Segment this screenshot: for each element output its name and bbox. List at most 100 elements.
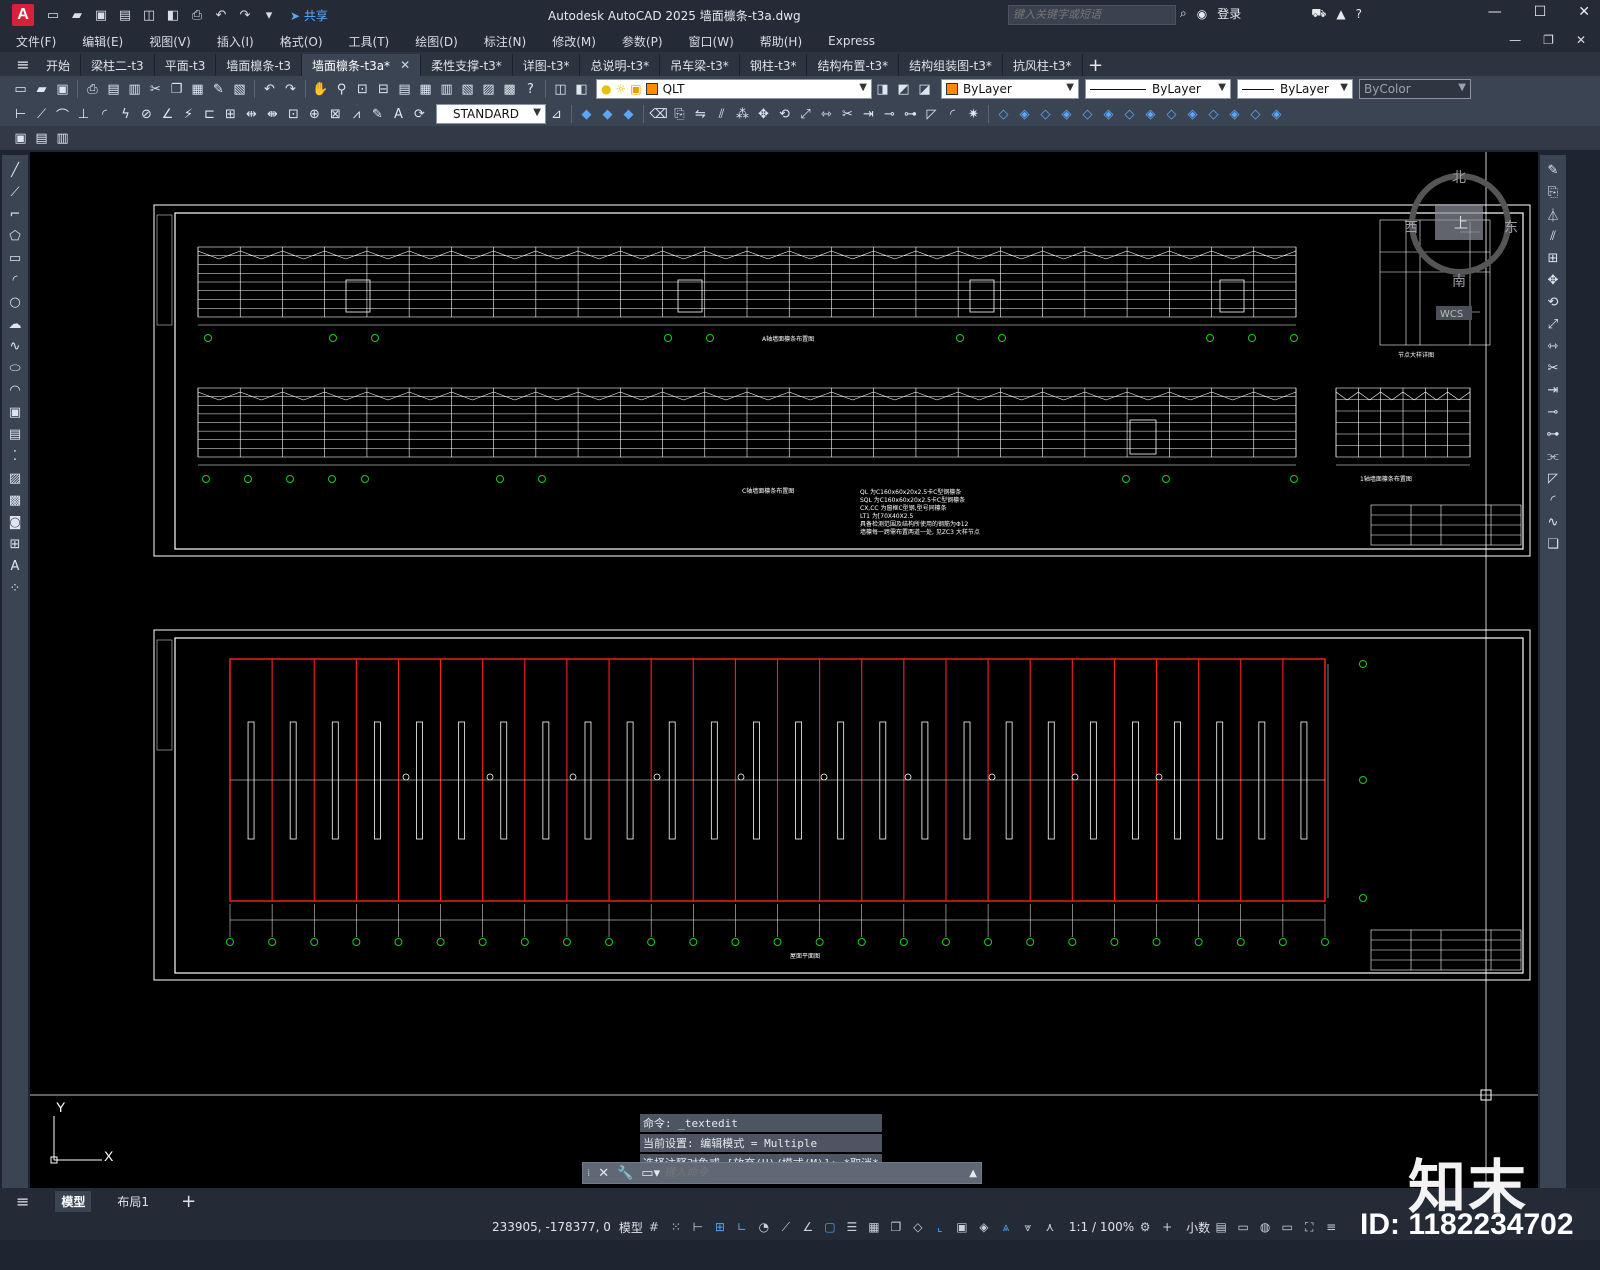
search-icon[interactable]: ⌕ <box>1180 6 1187 21</box>
layer-properties-icon[interactable]: ◫ <box>552 80 570 98</box>
angular-dim-icon[interactable]: ∠ <box>159 105 177 123</box>
tab-file[interactable]: 抗风柱-t3* <box>1003 54 1083 76</box>
ucs-apply-icon[interactable]: ◇ <box>1247 105 1265 123</box>
object-snap-tracking-icon[interactable]: ∠ <box>800 1219 816 1235</box>
linetype-dropdown[interactable]: ByLayer ▼ <box>1085 79 1231 99</box>
save-as-icon[interactable]: ▤ <box>116 6 134 24</box>
zoom-window-icon[interactable]: ⊡ <box>354 80 372 98</box>
user-icon[interactable]: ◉ <box>1197 7 1207 21</box>
ucs-3point-icon[interactable]: ◇ <box>1163 105 1181 123</box>
chevron-up-icon[interactable]: ▲ <box>969 1168 977 1179</box>
doc-minimize-icon[interactable]: — <box>1509 33 1521 47</box>
ucs-named-icon[interactable]: ◈ <box>1268 105 1286 123</box>
fillet-icon[interactable]: ◜ <box>944 105 962 123</box>
color-dropdown[interactable]: ByLayer ▼ <box>941 79 1079 99</box>
move-icon[interactable]: ✥ <box>1544 271 1562 289</box>
menu-parametric[interactable]: 参数(P) <box>622 33 663 50</box>
dimstyle-dropdown[interactable]: STANDARD ▼ <box>436 104 546 124</box>
hatch-icon[interactable]: ▨ <box>6 469 24 487</box>
continue-dim-icon[interactable]: ⊞ <box>222 105 240 123</box>
offset-icon[interactable]: ⫽ <box>713 105 731 123</box>
tolerance-icon[interactable]: ⊡ <box>285 105 303 123</box>
menu-window[interactable]: 窗口(W) <box>689 33 734 50</box>
ucs-x-icon[interactable]: ◈ <box>1184 105 1202 123</box>
join-icon[interactable]: ⫘ <box>1544 447 1562 465</box>
copy-icon[interactable]: ⎘ <box>1544 183 1562 201</box>
polygon-icon[interactable]: ⬠ <box>6 227 24 245</box>
menu-help[interactable]: 帮助(H) <box>760 33 802 50</box>
gizmo-icon[interactable]: ◈ <box>976 1219 992 1235</box>
line-icon[interactable]: ╱ <box>6 161 24 179</box>
3d-osnap-icon[interactable]: ◇ <box>910 1219 926 1235</box>
menu-tools[interactable]: 工具(T) <box>349 33 390 50</box>
ucs-zaxis-icon[interactable]: ◈ <box>1142 105 1160 123</box>
table-icon[interactable]: ⊞ <box>6 535 24 553</box>
menu-edit[interactable]: 编辑(E) <box>82 33 123 50</box>
stretch-icon[interactable]: ⇿ <box>1544 337 1562 355</box>
ucs-face-icon[interactable]: ◈ <box>1058 105 1076 123</box>
tab-start[interactable]: 开始 <box>36 54 82 76</box>
blend-icon[interactable]: ∿ <box>1544 513 1562 531</box>
make-current-layer-icon[interactable]: ◨ <box>874 80 892 98</box>
layer-match-icon[interactable]: ◪ <box>916 80 934 98</box>
tab-file[interactable]: 梁柱二-t3 <box>81 54 155 76</box>
help-icon[interactable]: ? <box>522 80 540 98</box>
menu-modify[interactable]: 修改(M) <box>552 33 596 50</box>
save-web-icon[interactable]: ◧ <box>164 6 182 24</box>
dim-text-edit-icon[interactable]: A <box>390 105 408 123</box>
quick-properties-icon[interactable]: ▤ <box>1213 1219 1229 1235</box>
redo-icon[interactable]: ↷ <box>282 80 300 98</box>
rotate-icon[interactable]: ⟲ <box>776 105 794 123</box>
annotation-monitor-icon[interactable]: + <box>1159 1219 1175 1235</box>
tab-file[interactable]: 结构组装图-t3* <box>899 54 1003 76</box>
sheet-set-icon[interactable]: ▧ <box>459 80 477 98</box>
zoom-realtime-icon[interactable]: ⚲ <box>333 80 351 98</box>
properties-icon[interactable]: ▤ <box>396 80 414 98</box>
break-at-point-icon[interactable]: ⊸ <box>1544 403 1562 421</box>
snap-icon[interactable]: ⁙ <box>668 1219 684 1235</box>
cut-icon[interactable]: ✂ <box>147 80 165 98</box>
add-selected-icon[interactable]: ⁘ <box>6 579 24 597</box>
workspace-gear-icon[interactable]: ⚙ <box>1137 1219 1153 1235</box>
menu-file[interactable]: 文件(F) <box>16 33 56 50</box>
login-button[interactable]: 登录 <box>1217 5 1241 22</box>
dim-update-icon[interactable]: ⟳ <box>411 105 429 123</box>
jogged-dim-icon[interactable]: ϟ <box>117 105 135 123</box>
menu-dimension[interactable]: 标注(N) <box>484 33 526 50</box>
tab-file[interactable]: 吊车梁-t3* <box>660 54 740 76</box>
lock-ui-icon[interactable]: ▭ <box>1235 1219 1251 1235</box>
polyline-icon[interactable]: ⌐ <box>6 205 24 223</box>
paste-icon[interactable]: ▦ <box>189 80 207 98</box>
circle-icon[interactable]: ○ <box>6 293 24 311</box>
view-icon[interactable]: ◆ <box>599 105 617 123</box>
extend-icon[interactable]: ⇥ <box>860 105 878 123</box>
grip-handle-icon[interactable]: ⁞ <box>587 1168 590 1179</box>
scale-icon[interactable]: ⤢ <box>1544 315 1562 333</box>
erase-icon[interactable]: ✎ <box>1544 161 1562 179</box>
revcloud-icon[interactable]: ☁ <box>6 315 24 333</box>
open-folder-icon[interactable]: ▰ <box>68 6 86 24</box>
undo-icon[interactable]: ↶ <box>261 80 279 98</box>
drawing-canvas[interactable]: A轴墙面檩条布置图 C轴墙面檩条布置图 1轴墙面檩条布置图 节点大样详图 QL … <box>30 152 1538 1192</box>
customize-wrench-icon[interactable]: 🔧 <box>617 1166 633 1181</box>
help-icon[interactable]: ? <box>1356 7 1362 21</box>
erase-icon[interactable]: ⌫ <box>649 105 667 123</box>
save-icon[interactable]: ▣ <box>92 6 110 24</box>
autocad-logo-button[interactable]: A <box>12 4 34 26</box>
block-editor-icon[interactable]: ▧ <box>231 80 249 98</box>
polar-icon[interactable]: ◔ <box>756 1219 772 1235</box>
new-tab-button[interactable]: + <box>1083 55 1109 76</box>
trim-icon[interactable]: ✂ <box>839 105 857 123</box>
fillet-icon[interactable]: ◜ <box>1544 491 1562 509</box>
new-icon[interactable]: ▭ <box>12 80 30 98</box>
ucs-world-icon[interactable]: ◈ <box>1016 105 1034 123</box>
view-icon[interactable]: ◆ <box>620 105 638 123</box>
ellipse-icon[interactable]: ⬭ <box>6 359 24 377</box>
rotate-icon[interactable]: ⟲ <box>1544 293 1562 311</box>
object-snap-icon[interactable]: ▢ <box>822 1219 838 1235</box>
customization-icon[interactable]: ≡ <box>1323 1219 1339 1235</box>
annotation-scale-icon[interactable]: ⋏ <box>1042 1219 1058 1235</box>
tab-file[interactable]: 结构布置-t3* <box>807 54 900 76</box>
array-icon[interactable]: ⁂ <box>734 105 752 123</box>
jogged-linear-icon[interactable]: ⩘ <box>348 105 366 123</box>
